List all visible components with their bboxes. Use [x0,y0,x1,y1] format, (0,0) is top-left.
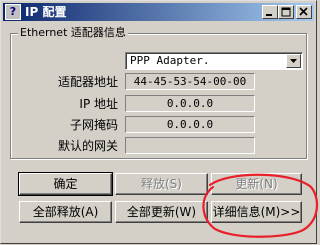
ip-config-window: ? IP 配置 Ethernet 适配器信息 PPP Adapter. 适配器地… [0,0,318,244]
release-button[interactable]: 释放(S) [115,173,208,195]
dropdown-button[interactable] [286,54,301,68]
question-mark-icon[interactable]: ? [5,4,21,20]
window-title: IP 配置 [25,5,67,19]
maximize-button[interactable] [278,5,294,19]
renew-button[interactable]: 更新(N) [211,173,302,195]
ip-address-value: 0.0.0.0 [125,95,255,112]
ip-address-label: IP 地址 [79,97,118,111]
close-button[interactable] [296,5,312,19]
minimize-icon [266,14,272,16]
group-legend: Ethernet 适配器信息 [18,26,128,40]
title-bar[interactable]: ? IP 配置 [3,3,314,21]
renew-all-button[interactable]: 全部更新(W) [115,201,208,223]
close-icon [299,7,308,16]
ok-button[interactable]: 确定 [18,172,113,196]
adapter-address-label: 适配器地址 [57,75,118,89]
chevron-down-icon [290,59,297,63]
adapter-select-value: PPP Adapter. [130,54,210,67]
maximize-icon [281,7,291,17]
subnet-mask-value: 0.0.0.0 [125,116,255,133]
release-all-button[interactable]: 全部释放(A) [19,201,112,223]
default-gateway-label: 默认的网关 [57,139,118,153]
subnet-mask-label: 子网掩码 [69,118,118,132]
default-gateway-value [125,137,255,154]
adapter-select[interactable]: PPP Adapter. [125,52,303,70]
minimize-button[interactable] [262,5,278,19]
more-info-button[interactable]: 详细信息(M)>> [211,201,302,223]
adapter-address-value: 44-45-53-54-00-00 [125,73,255,90]
